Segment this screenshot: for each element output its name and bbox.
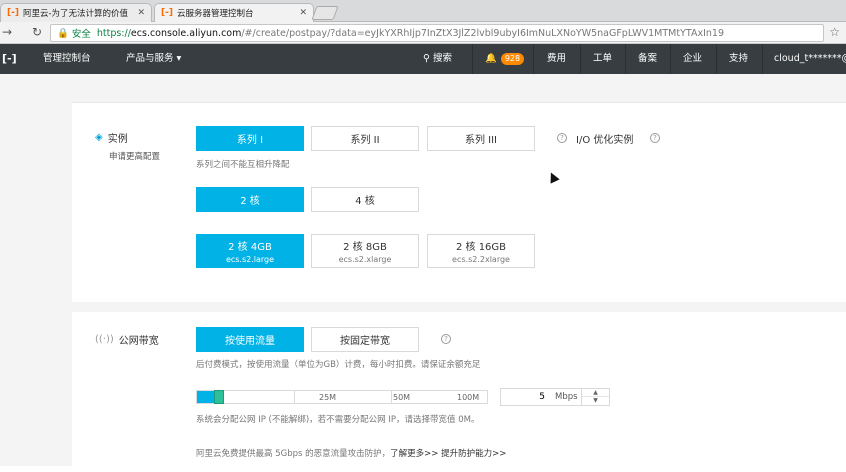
signal-icon: ((·))	[95, 334, 114, 345]
user-account-menu[interactable]: cloud_t*******@ji	[774, 44, 846, 74]
tickets-link[interactable]: 工单	[593, 44, 612, 74]
search-label: 搜索	[433, 53, 453, 64]
new-tab-button[interactable]	[311, 6, 339, 20]
series-1-option[interactable]: 系列 I	[196, 126, 304, 151]
ddos-note-text: 阿里云免费提供最高 5Gbps 的恶意流量攻击防护，	[196, 449, 391, 459]
divider	[472, 44, 473, 74]
products-label: 产品与服务	[126, 53, 174, 64]
bandwidth-unit: Mbps	[555, 392, 578, 402]
aliyun-logo[interactable]: [-]	[2, 44, 17, 74]
help-icon[interactable]: ?	[650, 133, 660, 143]
top-navigation: [-] 管理控制台 产品与服务 ▾ ⚲ 搜索 🔔 928 费用 工单 备案 企业 …	[0, 44, 846, 74]
bandwidth-label: ((·)) 公网带宽	[95, 332, 159, 347]
divider	[762, 44, 763, 74]
browser-tab-ecs[interactable]: [-] 云服务器管理控制台 ✕	[154, 3, 314, 22]
tab-title: 云服务器管理控制台	[176, 9, 254, 19]
console-link[interactable]: 管理控制台	[43, 44, 91, 74]
forward-icon[interactable]: →	[2, 25, 12, 39]
increment-icon[interactable]: ▲	[582, 389, 609, 397]
close-icon[interactable]: ✕	[293, 8, 307, 18]
improve-protection-link[interactable]: 提升防护能力>>	[441, 449, 506, 459]
slider-handle[interactable]	[214, 390, 224, 404]
memory-option-spec: ecs.s2.2xlarge	[452, 255, 510, 264]
io-optimized-label: I/O 优化实例	[576, 131, 633, 146]
slider-fill	[197, 391, 214, 403]
cores-4-option[interactable]: 4 核	[311, 187, 419, 212]
decrement-icon[interactable]: ▼	[582, 397, 609, 405]
bandwidth-slider[interactable]: 25M 50M 100M	[196, 390, 488, 404]
io-optimized-text: I/O 优化实例	[576, 135, 634, 146]
stepper-arrows: ▲ ▼	[581, 389, 609, 405]
filing-link[interactable]: 备案	[638, 44, 657, 74]
tick-label: 100M	[457, 393, 480, 402]
notification-badge: 928	[500, 52, 525, 65]
url-input[interactable]: 🔒 安全 https:// ecs.console.aliyun.com /#/…	[50, 24, 824, 42]
search-button[interactable]: ⚲ 搜索	[423, 44, 452, 74]
layers-icon: ◈	[95, 132, 103, 143]
memory-option-title: 2 核 4GB	[228, 242, 272, 253]
memory-option-spec: ecs.s2.xlarge	[338, 255, 392, 264]
bandwidth-stepper[interactable]: Mbps ▲ ▼	[500, 388, 610, 406]
billing-note: 后付费模式，按使用流量（单位为GB）计费，每小时扣费。请保证余额充足	[196, 360, 481, 370]
secure-label: 安全	[71, 29, 91, 40]
tick-label: 50M	[393, 393, 411, 402]
instance-label: ◈ 实例	[95, 130, 128, 145]
bandwidth-value-input[interactable]	[501, 389, 547, 405]
aliyun-logo-icon: [-]	[161, 8, 173, 18]
divider	[670, 44, 671, 74]
help-icon[interactable]: ?	[557, 133, 567, 143]
series-3-option[interactable]: 系列 III	[427, 126, 535, 151]
browser-tab-aliyun[interactable]: [-] 阿里云-为了无法计算的价值 ✕	[0, 3, 152, 22]
request-higher-config-link[interactable]: 申请更高配置	[109, 150, 160, 162]
cores-2-option[interactable]: 2 核	[196, 187, 304, 212]
lock-icon: 🔒	[57, 27, 69, 39]
notifications-button[interactable]: 🔔 928	[485, 44, 525, 74]
url-path: /#/create/postpay/?data=eyJkYXRhIjp7InZt…	[241, 27, 725, 39]
close-icon[interactable]: ✕	[131, 8, 145, 18]
series-note: 系列之间不能互相升降配	[196, 160, 290, 170]
fixed-bandwidth-option[interactable]: 按固定带宽	[311, 327, 419, 352]
memory-option-title: 2 核 8GB	[343, 242, 387, 253]
tick-label: 25M	[319, 393, 337, 402]
tick-line	[294, 391, 295, 403]
pay-by-traffic-option[interactable]: 按使用流量	[196, 327, 304, 352]
tab-title: 阿里云-为了无法计算的价值	[22, 9, 129, 19]
memory-option[interactable]: 2 核 4GB ecs.s2.large	[196, 234, 304, 268]
series-2-option[interactable]: 系列 II	[311, 126, 419, 151]
ip-note: 系统会分配公网 IP (不能解绑)，若不需要分配公网 IP，请选择带宽值 0M。	[196, 415, 480, 425]
address-bar: → ↻ 🔒 安全 https:// ecs.console.aliyun.com…	[0, 22, 846, 44]
memory-option-spec: ecs.s2.large	[225, 255, 275, 264]
url-scheme: https://	[96, 27, 131, 39]
divider	[580, 44, 581, 74]
bandwidth-label-text: 公网带宽	[118, 336, 159, 347]
ddos-note: 阿里云免费提供最高 5Gbps 的恶意流量攻击防护，了解更多>> 提升防护能力>…	[196, 447, 506, 459]
browser-tab-bar: [-] 阿里云-为了无法计算的价值 ✕ [-] 云服务器管理控制台 ✕	[0, 0, 846, 22]
divider	[625, 44, 626, 74]
aliyun-logo-icon: [-]	[7, 8, 19, 18]
divider	[716, 44, 717, 74]
billing-link[interactable]: 费用	[547, 44, 566, 74]
search-icon: ⚲	[423, 53, 430, 64]
reload-icon[interactable]: ↻	[32, 25, 42, 39]
learn-more-link[interactable]: 了解更多>>	[390, 449, 438, 459]
instance-label-text: 实例	[107, 134, 128, 145]
memory-option-title: 2 核 16GB	[455, 242, 507, 253]
products-menu[interactable]: 产品与服务 ▾	[126, 44, 181, 74]
help-icon[interactable]: ?	[441, 334, 451, 344]
caret-down-icon: ▾	[176, 53, 182, 64]
bookmark-star-icon[interactable]: ☆	[829, 25, 840, 39]
divider	[533, 44, 534, 74]
enterprise-link[interactable]: 企业	[683, 44, 702, 74]
support-link[interactable]: 支持	[729, 44, 748, 74]
memory-option[interactable]: 2 核 8GB ecs.s2.xlarge	[311, 234, 419, 268]
url-host: ecs.console.aliyun.com	[130, 27, 242, 39]
tick-line	[391, 391, 392, 403]
memory-option[interactable]: 2 核 16GB ecs.s2.2xlarge	[427, 234, 535, 268]
bell-icon: 🔔	[485, 53, 497, 64]
